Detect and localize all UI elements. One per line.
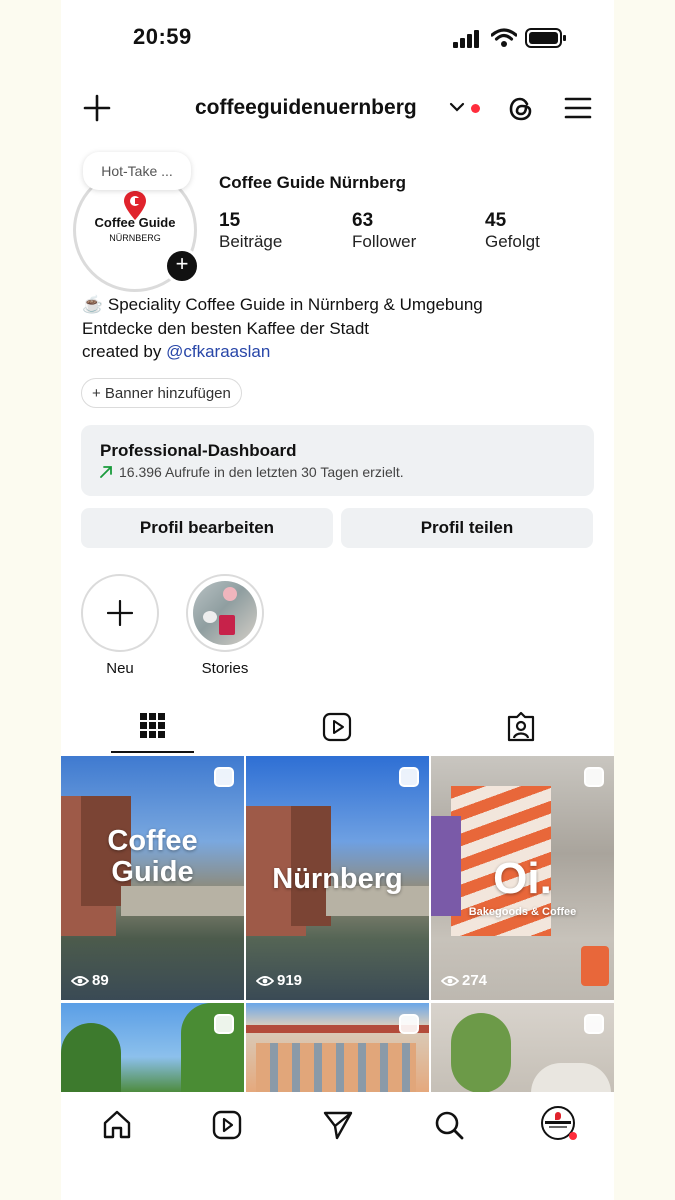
stat-posts[interactable]: 15 Beiträge <box>219 210 282 252</box>
note-bubble[interactable]: Hot-Take ... <box>83 152 191 190</box>
stat-followers-value: 63 <box>352 210 374 231</box>
views-eye-icon <box>255 974 275 993</box>
phone-screen: 20:59 coffeeguidenuernberg Coffee Guide … <box>61 0 614 1200</box>
stat-following[interactable]: 45 Gefolgt <box>485 210 540 252</box>
post-1-title-1: Coffee <box>107 825 198 857</box>
post-2-views: 919 <box>277 972 303 989</box>
add-story-plus-icon[interactable]: + <box>164 248 200 284</box>
share-profile-button[interactable]: Profil teilen <box>341 508 593 548</box>
post-3-views: 274 <box>462 972 488 989</box>
battery-icon <box>525 28 567 53</box>
bio-handle-link[interactable]: @cfkaraaslan <box>166 342 270 361</box>
trend-arrow-icon <box>100 465 113 483</box>
bottom-navigation <box>61 1092 614 1200</box>
home-icon[interactable] <box>101 1109 133 1146</box>
reel-badge-icon <box>399 767 419 787</box>
bio-created-text: created by <box>82 342 167 361</box>
post-tile-4[interactable] <box>61 1003 244 1093</box>
stat-following-value: 45 <box>485 210 507 231</box>
dashboard-title: Professional-Dashboard <box>100 441 297 460</box>
chevron-down-icon[interactable] <box>449 100 465 119</box>
status-time: 20:59 <box>133 24 192 49</box>
cellular-signal-icon <box>453 30 481 53</box>
wifi-icon <box>490 28 518 53</box>
tab-grid-icon[interactable] <box>140 713 165 743</box>
search-icon[interactable] <box>433 1109 465 1146</box>
highlight-new-label: Neu <box>106 660 134 677</box>
tab-reels-icon[interactable] <box>322 712 352 747</box>
plus-icon <box>106 599 134 631</box>
post-tile-2[interactable]: Nürnberg 919 <box>246 756 429 1000</box>
location-pin-icon <box>555 1112 561 1120</box>
notification-dot <box>569 1132 577 1140</box>
create-plus-icon[interactable] <box>83 94 111 127</box>
account-username[interactable]: coffeeguidenuernberg <box>195 96 417 120</box>
add-banner-button[interactable]: + Banner hinzufügen <box>81 378 242 408</box>
bio-line-1: ☕ Speciality Coffee Guide in Nürnberg & … <box>82 295 483 314</box>
reel-badge-icon <box>214 767 234 787</box>
post-tile-6[interactable] <box>431 1003 614 1093</box>
reel-badge-icon <box>584 1014 604 1034</box>
stat-posts-label: Beiträge <box>219 232 283 251</box>
post-tile-3[interactable]: Oi. Bakegoods & Coffee 274 <box>431 756 614 1000</box>
avatar-logo-title: Coffee Guide <box>94 215 176 230</box>
post-tile-5[interactable] <box>246 1003 429 1093</box>
reels-icon[interactable] <box>211 1109 243 1146</box>
professional-dashboard[interactable]: Professional-Dashboard 16.396 Aufrufe in… <box>81 425 594 496</box>
post-2-title: Nürnberg <box>272 863 403 895</box>
stat-followers[interactable]: 63 Follower <box>352 210 416 252</box>
bio-line-3: created by @cfkaraaslan <box>82 340 483 364</box>
post-1-views: 89 <box>92 972 109 989</box>
views-eye-icon <box>70 974 90 993</box>
active-tab-indicator <box>111 751 194 753</box>
profile-bio: ☕ Speciality Coffee Guide in Nürnberg & … <box>82 293 483 364</box>
post-tile-1[interactable]: Coffee Guide 89 <box>61 756 244 1000</box>
bio-line-2: Entdecke den besten Kaffee der Stadt <box>82 318 370 338</box>
dashboard-subtitle: 16.396 Aufrufe in den letzten 30 Tagen e… <box>119 464 404 480</box>
highlight-stories-label: Stories <box>201 660 249 677</box>
stat-posts-value: 15 <box>219 210 241 231</box>
post-3-subtitle: Bakegoods & Coffee <box>468 906 577 918</box>
views-eye-icon <box>440 974 460 993</box>
send-icon[interactable] <box>322 1109 354 1146</box>
edit-profile-button[interactable]: Profil bearbeiten <box>81 508 333 548</box>
profile-display-name: Coffee Guide Nürnberg <box>219 173 407 192</box>
reel-badge-icon <box>214 1014 234 1034</box>
tab-tagged-icon[interactable] <box>506 711 536 748</box>
menu-icon[interactable] <box>564 96 592 125</box>
post-3-title: Oi. <box>493 854 552 903</box>
notification-dot <box>471 104 480 113</box>
reel-badge-icon <box>399 1014 419 1034</box>
stat-followers-label: Follower <box>352 232 417 251</box>
reel-badge-icon <box>584 767 604 787</box>
avatar-logo-subtitle: NÜRNBERG <box>109 233 161 243</box>
post-1-title-2: Guide <box>111 856 194 888</box>
threads-icon[interactable] <box>507 94 535 129</box>
highlight-stories[interactable] <box>186 574 264 652</box>
highlight-stories-cover <box>193 581 257 645</box>
highlight-new[interactable] <box>81 574 159 652</box>
stat-following-label: Gefolgt <box>485 232 540 251</box>
